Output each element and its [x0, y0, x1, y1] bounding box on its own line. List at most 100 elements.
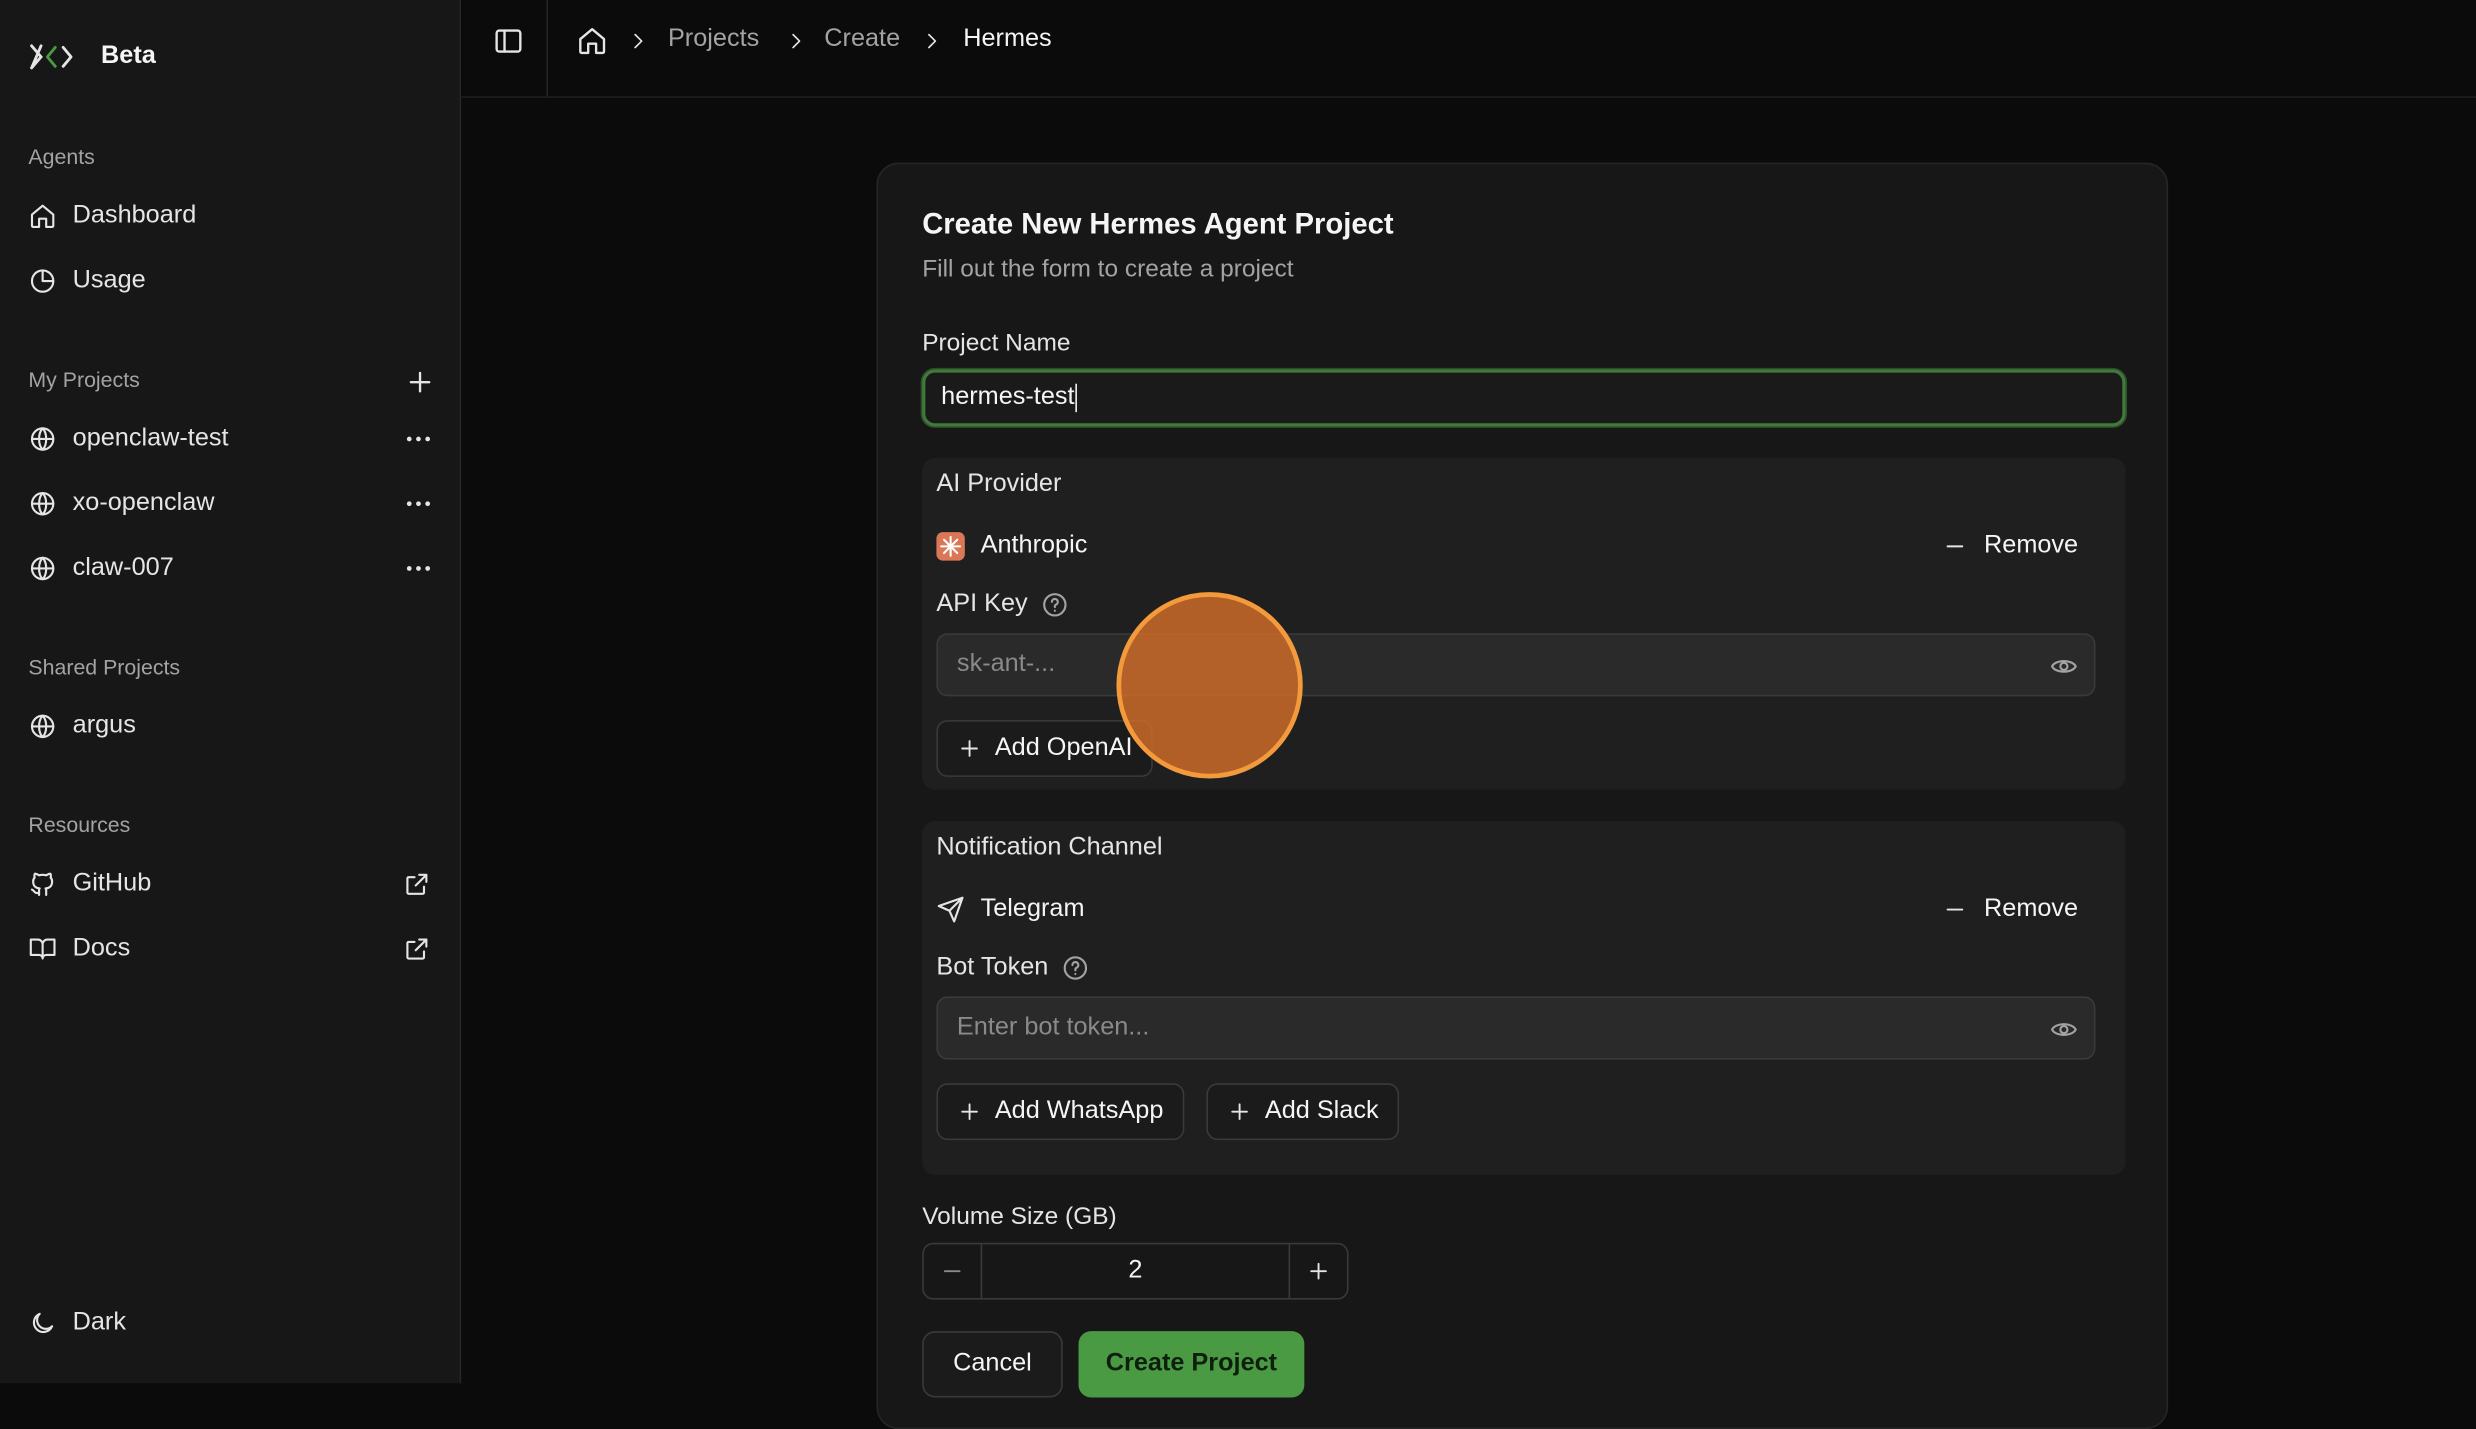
github-icon [30, 872, 54, 897]
create-project-button[interactable]: Create Project [1078, 1331, 1305, 1398]
page-title: Create New Hermes Agent Project [922, 206, 1394, 241]
section-label-agents: Agents [28, 145, 95, 169]
divider [546, 0, 548, 97]
book-icon [29, 938, 56, 960]
add-slack-button[interactable]: Add Slack [1206, 1083, 1400, 1141]
ai-provider-panel: AI Provider Anthropic Remove API Key sk-… [922, 457, 2126, 790]
bot-token-label-text: Bot Token [936, 953, 1049, 981]
api-key-label: API Key [936, 591, 1068, 619]
remove-label: Remove [1984, 532, 2079, 560]
chevron-right-icon [792, 33, 801, 49]
section-label-resources: Resources [28, 813, 131, 837]
volume-size-label: Volume Size (GB) [922, 1203, 1117, 1231]
home-icon [30, 204, 55, 229]
volume-size-value[interactable]: 2 [980, 1244, 1291, 1299]
chevron-right-icon [928, 33, 937, 49]
sidebar-item-label: GitHub [72, 870, 152, 897]
cursor-indicator [1116, 592, 1303, 779]
more-options-icon[interactable] [403, 553, 435, 585]
send-icon [937, 896, 964, 923]
remove-provider-button[interactable]: Remove [1943, 532, 2078, 560]
theme-label: Dark [72, 1309, 126, 1336]
project-name-input[interactable]: hermes-test [922, 369, 2126, 427]
more-options-icon[interactable] [403, 488, 435, 520]
provider-row: Anthropic [936, 532, 1088, 561]
breadcrumb-projects[interactable]: Projects [668, 25, 759, 53]
more-options-icon[interactable] [403, 423, 435, 455]
logo-icon [30, 44, 73, 70]
help-icon[interactable] [1061, 954, 1089, 982]
anthropic-logo-icon [936, 532, 965, 561]
sidebar-item-github[interactable]: GitHub [13, 857, 447, 911]
sidebar-item-label: argus [72, 712, 136, 740]
breadcrumb-create[interactable]: Create [824, 25, 900, 53]
minus-icon [943, 1270, 961, 1273]
bot-token-input[interactable]: Enter bot token... [936, 996, 2096, 1060]
globe-icon [30, 714, 55, 739]
plus-icon [961, 1103, 978, 1121]
eye-icon[interactable] [2050, 1015, 2078, 1043]
theme-toggle[interactable]: Dark [13, 1296, 447, 1350]
bot-token-placeholder: Enter bot token... [956, 1013, 1150, 1041]
add-project-icon[interactable] [404, 366, 436, 398]
pie-chart-icon [30, 269, 55, 293]
sidebar-item-label: claw-007 [72, 554, 174, 582]
ai-provider-title: AI Provider [936, 470, 1062, 498]
channel-row: Telegram [936, 895, 1085, 923]
api-key-placeholder: sk-ant-... [956, 650, 1056, 678]
add-openai-button[interactable]: Add OpenAI [936, 720, 1154, 777]
project-name-label: Project Name [922, 330, 1071, 357]
plus-icon [1310, 1262, 1327, 1280]
volume-stepper: 2 [922, 1242, 1349, 1300]
plus-icon [961, 740, 978, 757]
notification-panel: Notification Channel Telegram Remove Bot… [922, 821, 2126, 1175]
api-key-label-text: API Key [936, 590, 1028, 618]
decrement-button[interactable] [924, 1244, 981, 1298]
globe-icon [30, 556, 55, 581]
brand[interactable]: Beta [28, 41, 156, 73]
add-openai-label: Add OpenAI [994, 734, 1133, 762]
text-caret [1076, 383, 1078, 413]
cancel-button[interactable]: Cancel [922, 1331, 1063, 1398]
external-link-icon [406, 873, 428, 895]
sidebar-item-label: xo-openclaw [72, 489, 215, 517]
remove-channel-button[interactable]: Remove [1943, 895, 2078, 923]
sidebar-item-label: Usage [72, 266, 146, 294]
sidebar-item-openclaw-test[interactable]: openclaw-test [13, 412, 447, 466]
page-subtitle: Fill out the form to create a project [922, 255, 1294, 283]
top-bar: Projects Create Hermes [461, 0, 2476, 98]
channel-name: Telegram [980, 895, 1085, 923]
brand-name: Beta [101, 42, 156, 70]
breadcrumb-home-icon[interactable] [576, 25, 608, 57]
add-slack-label: Add Slack [1264, 1097, 1379, 1125]
section-label-my-projects: My Projects [28, 367, 140, 392]
sidebar-toggle-icon[interactable] [493, 25, 525, 57]
plus-icon [1231, 1103, 1248, 1121]
external-link-icon [406, 938, 428, 960]
add-whatsapp-label: Add WhatsApp [994, 1097, 1164, 1125]
chevron-right-icon [634, 33, 643, 49]
minus-icon [1947, 545, 1964, 548]
sidebar-item-argus[interactable]: argus [13, 700, 447, 754]
sidebar-item-xo-openclaw[interactable]: xo-openclaw [13, 477, 447, 531]
create-project-card: Create New Hermes Agent Project Fill out… [876, 162, 2169, 1429]
sidebar-item-docs[interactable]: Docs [13, 922, 447, 976]
sidebar-item-usage[interactable]: Usage [13, 254, 447, 308]
provider-name: Anthropic [980, 532, 1088, 560]
eye-icon[interactable] [2050, 652, 2078, 680]
breadcrumb-current: Hermes [963, 25, 1052, 53]
sidebar-item-dashboard[interactable]: Dashboard [13, 189, 447, 243]
globe-icon [30, 492, 55, 516]
increment-button[interactable] [1290, 1244, 1347, 1298]
minus-icon [1947, 908, 1964, 911]
sidebar-item-claw-007[interactable]: claw-007 [13, 542, 447, 596]
add-whatsapp-button[interactable]: Add WhatsApp [936, 1083, 1184, 1141]
help-icon[interactable] [1040, 591, 1068, 619]
bot-token-label: Bot Token [936, 954, 1089, 982]
sidebar-item-label: Dashboard [72, 202, 197, 229]
section-label-shared-projects: Shared Projects [28, 655, 181, 680]
moon-icon [32, 1312, 54, 1333]
api-key-input[interactable]: sk-ant-... [936, 633, 2096, 697]
notification-title: Notification Channel [936, 833, 1163, 861]
remove-label: Remove [1984, 895, 2079, 923]
